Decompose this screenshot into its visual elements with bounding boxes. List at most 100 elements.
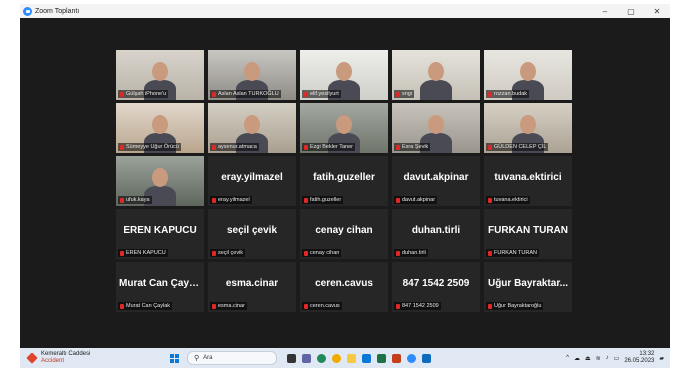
participant-tile[interactable]: seçil çevik seçil çevik xyxy=(208,209,296,259)
speaker-icon[interactable]: ♪ xyxy=(606,355,609,361)
battery-icon[interactable]: ▭ xyxy=(614,355,620,362)
participant-name-label: ufuk.kaya xyxy=(118,196,152,204)
participant-tile[interactable]: ufuk.kaya xyxy=(116,156,204,206)
participant-tile[interactable]: Aslan Aslan TURKOĞLU xyxy=(208,50,296,100)
participant-name: cenay cihan xyxy=(310,250,340,256)
participant-tile[interactable]: aysenur.atmaca xyxy=(208,103,296,153)
participant-grid: Gülşah iPhone'u Aslan Aslan TURKOĞLU elif.… xyxy=(116,50,572,334)
edge-icon[interactable] xyxy=(317,353,326,363)
close-button[interactable]: ✕ xyxy=(644,7,670,16)
participant-display-name: eray.yilmazel xyxy=(221,172,283,183)
participant-display-name: seçil çevik xyxy=(226,225,278,236)
participant-name: sngi xyxy=(402,91,413,97)
participant-tile[interactable]: Ezgi Bekler Taner xyxy=(300,103,388,153)
participant-tile[interactable]: Murat Can Çaylak Murat Can Çaylak xyxy=(116,262,204,312)
usb-icon[interactable]: ⏏ xyxy=(585,355,591,362)
mic-muted-icon xyxy=(488,144,492,150)
mic-muted-icon xyxy=(488,197,492,203)
participant-name: tuvana.ektirici xyxy=(494,197,528,203)
participant-tile[interactable]: rozzan.budak xyxy=(484,50,572,100)
mic-muted-icon xyxy=(396,197,400,203)
store-icon[interactable] xyxy=(362,353,371,363)
powerpoint-icon[interactable] xyxy=(392,353,401,363)
clock-date: 26.05.2023 xyxy=(624,358,655,364)
window-titlebar: Zoom Toplantı – ▢ ✕ xyxy=(20,4,670,18)
participant-tile[interactable]: Gülşah iPhone'u xyxy=(116,50,204,100)
participant-name: Gülşah iPhone'u xyxy=(126,91,167,97)
mic-muted-icon xyxy=(396,250,400,256)
participant-name: rozzan.budak xyxy=(494,91,528,97)
chevron-up-icon[interactable]: ^ xyxy=(566,355,569,361)
outlook-icon[interactable] xyxy=(422,353,431,363)
participant-name-label: seçil çevik xyxy=(210,249,246,257)
participant-display-name: FURKAN TURAN xyxy=(488,225,568,236)
participant-tile[interactable]: tuvana.ektirici tuvana.ektirici xyxy=(484,156,572,206)
clock[interactable]: 13:32 26.05.2023 xyxy=(624,351,654,365)
participant-display-name: ceren.cavus xyxy=(315,278,373,289)
participant-name: Uğur Bayraktaroğlu xyxy=(494,303,542,309)
participant-name: Sümeyye Uğur Örücü xyxy=(126,144,179,150)
start-button[interactable] xyxy=(170,353,179,363)
meeting-view: Gülşah iPhone'u Aslan Aslan TURKOĞLU elif.… xyxy=(20,18,670,348)
participant-name: Esra Şevik xyxy=(402,144,429,150)
participant-tile[interactable]: 847 1542 2509 847 1542 2509 xyxy=(392,262,480,312)
participant-tile[interactable]: GÜLDEN CELEP ÇİL xyxy=(484,103,572,153)
weather-sub: Accident xyxy=(41,358,65,364)
participant-name: ufuk.kaya xyxy=(126,197,150,203)
participant-tile[interactable]: eray.yilmazel eray.yilmazel xyxy=(208,156,296,206)
mic-muted-icon xyxy=(304,91,308,97)
participant-name-label: rozzan.budak xyxy=(486,90,530,98)
participant-name: ceren.cavus xyxy=(310,303,340,309)
participant-tile[interactable]: davut.akpinar davut.akpinar xyxy=(392,156,480,206)
participant-name-label: esma.cinar xyxy=(210,302,247,310)
traffic-alert-icon xyxy=(26,352,38,364)
mic-muted-icon xyxy=(120,250,124,256)
mic-muted-icon xyxy=(304,144,308,150)
mic-muted-icon xyxy=(120,303,124,309)
mic-muted-icon xyxy=(488,91,492,97)
participant-tile[interactable]: Sümeyye Uğur Örücü xyxy=(116,103,204,153)
participant-tile[interactable]: duhan.tirli duhan.tirli xyxy=(392,209,480,259)
participant-name: EREN KAPUCU xyxy=(126,250,166,256)
file-explorer-icon[interactable] xyxy=(347,353,356,363)
mic-muted-icon xyxy=(120,144,124,150)
maximize-button[interactable]: ▢ xyxy=(618,7,644,16)
participant-tile[interactable]: FURKAN TURAN FURKAN TURAN xyxy=(484,209,572,259)
participant-name: eray.yilmazel xyxy=(218,197,250,203)
weather-title: Kemeraltı Caddesi xyxy=(41,351,91,357)
participant-tile[interactable]: Uğur Bayraktar... Uğur Bayraktaroğlu xyxy=(484,262,572,312)
cloud-icon[interactable]: ☁ xyxy=(574,355,580,362)
excel-icon[interactable] xyxy=(377,353,386,363)
task-view-icon[interactable] xyxy=(287,353,296,363)
participant-name: Murat Can Çaylak xyxy=(126,303,171,309)
mic-muted-icon xyxy=(396,144,400,150)
weather-widget[interactable]: Kemeraltı Caddesi Accident xyxy=(26,351,148,365)
minimize-button[interactable]: – xyxy=(592,7,618,16)
participant-tile[interactable]: Esra Şevik xyxy=(392,103,480,153)
notification-icon[interactable]: ▰ xyxy=(659,355,664,362)
participant-name: duhan.tirli xyxy=(402,250,426,256)
search-input[interactable]: ⚲ Ara xyxy=(187,351,277,365)
participant-display-name: tuvana.ektirici xyxy=(494,172,562,183)
participant-display-name: duhan.tirli xyxy=(411,225,461,236)
participant-tile[interactable]: fatih.guzeller fatih.guzeller xyxy=(300,156,388,206)
participant-tile[interactable]: esma.cinar esma.cinar xyxy=(208,262,296,312)
participant-tile[interactable]: ceren.cavus ceren.cavus xyxy=(300,262,388,312)
mic-muted-icon xyxy=(488,250,492,256)
participant-tile[interactable]: EREN KAPUCU EREN KAPUCU xyxy=(116,209,204,259)
participant-tile[interactable]: cenay cihan cenay cihan xyxy=(300,209,388,259)
participant-name-label: duhan.tirli xyxy=(394,249,428,257)
participant-display-name: fatih.guzeller xyxy=(313,172,375,183)
participant-tile[interactable]: elif.yesilyurt xyxy=(300,50,388,100)
windows-icon xyxy=(170,353,174,358)
participant-name: fatih.guzeller xyxy=(310,197,342,203)
participant-tile[interactable]: sngi xyxy=(392,50,480,100)
participant-display-name: Uğur Bayraktar... xyxy=(487,278,569,289)
participant-name: esma.cinar xyxy=(218,303,245,309)
zoom-icon[interactable] xyxy=(407,353,416,363)
participant-display-name: EREN KAPUCU xyxy=(123,225,197,236)
chrome-icon[interactable] xyxy=(332,353,341,363)
wifi-icon[interactable]: ≋ xyxy=(596,355,601,362)
chat-icon[interactable] xyxy=(302,353,311,363)
participant-display-name: davut.akpinar xyxy=(403,172,469,183)
